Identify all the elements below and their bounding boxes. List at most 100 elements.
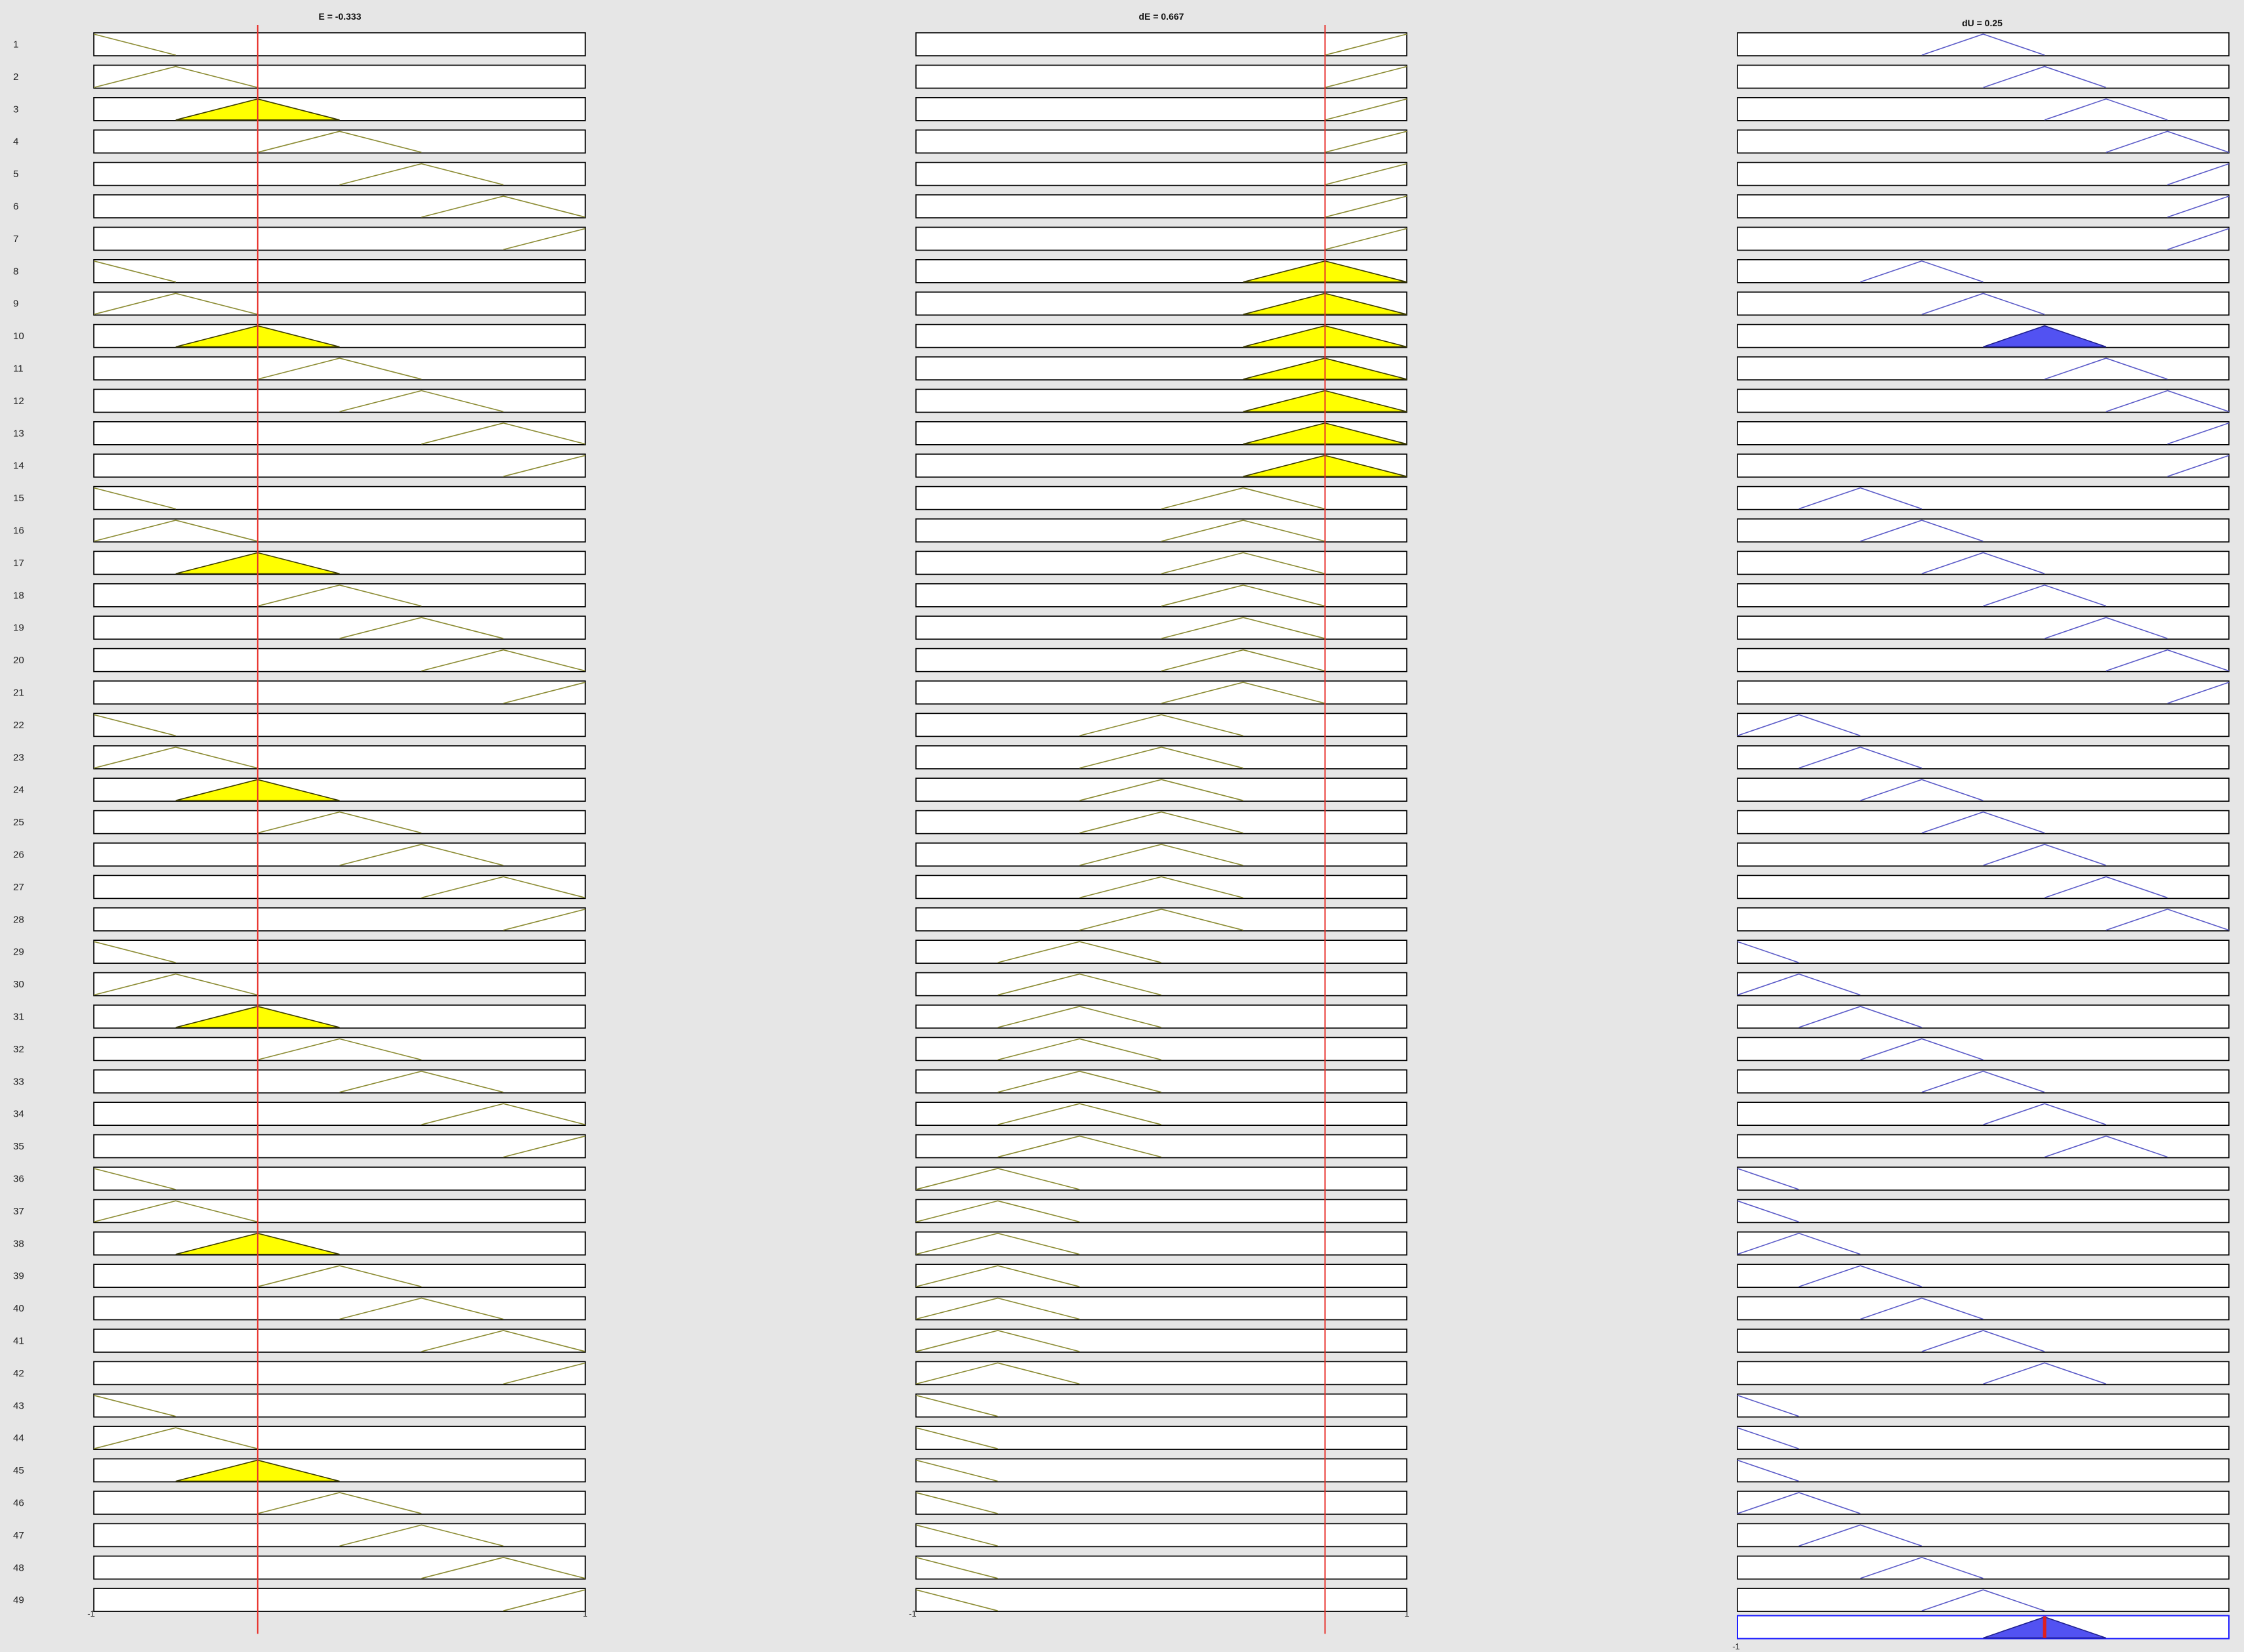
rule-cell-du [1737,291,2230,316]
rule-row: 13 [13,421,2230,445]
rule-cell-du [1737,1556,2230,1580]
rule-cell-e [93,388,586,413]
rule-row: 21 [13,680,2230,705]
rule-number: 33 [13,1076,24,1087]
rule-cell-du [1737,97,2230,121]
rule-cell-du [1737,1167,2230,1191]
rule-number: 37 [13,1206,24,1217]
rule-cell-de [915,1394,1407,1418]
rule-cell-de [915,1588,1407,1612]
rule-number: 12 [13,396,24,407]
rule-cell-du [1737,129,2230,154]
rule-row: 17 [13,550,2230,575]
rule-cell-de [915,907,1407,932]
rule-cell-du [1737,1264,2230,1288]
rule-cell-de [915,1069,1407,1094]
rule-cell-du [1737,810,2230,835]
rule-cell-du [1737,1199,2230,1224]
de-axis-min-label: -1 [909,1609,917,1619]
rule-cell-de [915,1523,1407,1548]
rule-row: 36 [13,1167,2230,1191]
rule-cell-du [1737,1102,2230,1126]
rule-cell-du [1737,745,2230,770]
rule-cell-du [1737,842,2230,867]
rule-row: 3 [13,97,2230,121]
rule-number: 18 [13,590,24,601]
rule-cell-du [1737,388,2230,413]
rule-number: 5 [13,169,18,180]
rule-cell-e [93,550,586,575]
rule-number: 14 [13,461,24,472]
e-axis-max-label: 1 [583,1609,587,1619]
rule-cell-du [1737,1134,2230,1159]
rule-number: 13 [13,428,24,439]
rule-cell-de [915,1004,1407,1029]
rule-row: 29 [13,940,2230,964]
rule-cell-de [915,226,1407,251]
rule-row: 10 [13,323,2230,348]
rule-row: 9 [13,291,2230,316]
rule-cell-e [93,1167,586,1191]
rule-number: 4 [13,136,18,148]
rule-number: 3 [13,104,18,115]
rule-number: 27 [13,882,24,893]
rule-number: 16 [13,526,24,537]
rule-cell-e [93,583,586,608]
rule-row: 42 [13,1361,2230,1386]
rule-cell-e [93,356,586,381]
rule-cell-de [915,1491,1407,1515]
rule-number: 39 [13,1271,24,1282]
rule-cell-de [915,745,1407,770]
rule-cell-du [1737,1458,2230,1483]
rule-row: 37 [13,1199,2230,1224]
rule-number: 28 [13,914,24,925]
rule-cell-de [915,518,1407,543]
rule-number: 40 [13,1303,24,1314]
rule-cell-e [93,226,586,251]
rule-cell-e [93,32,586,56]
input-e-title: E = -0.333 [319,11,362,22]
rule-cell-e [93,258,586,283]
rule-cell-du [1737,875,2230,899]
rule-row: 14 [13,453,2230,478]
rule-cell-e [93,323,586,348]
rule-cell-du [1737,258,2230,283]
rule-cell-du [1737,1004,2230,1029]
rule-row: 38 [13,1231,2230,1256]
rule-row: 26 [13,842,2230,867]
rule-cell-du [1737,1231,2230,1256]
rule-row: 15 [13,485,2230,510]
rule-cell-du [1737,680,2230,705]
rule-cell-de [915,712,1407,737]
rule-cell-de [915,550,1407,575]
rule-row: 1 [13,32,2230,56]
rule-row: 22 [13,712,2230,737]
rule-cell-du [1737,485,2230,510]
rule-number: 32 [13,1044,24,1055]
rule-number: 30 [13,979,24,990]
rule-number: 17 [13,558,24,569]
de-axis-max-label: 1 [1404,1609,1409,1619]
rule-row: 11 [13,356,2230,381]
rule-cell-du [1737,615,2230,640]
rule-row: 47 [13,1523,2230,1548]
rule-cell-de [915,972,1407,997]
rule-row: 24 [13,777,2230,802]
rule-cell-e [93,615,586,640]
rule-cell-du [1737,648,2230,672]
rule-row: 12 [13,388,2230,413]
rule-row: 16 [13,518,2230,543]
rule-row: 35 [13,1134,2230,1159]
rule-number: 49 [13,1595,24,1606]
rule-cell-e [93,680,586,705]
rule-number: 46 [13,1498,24,1509]
rule-number: 25 [13,817,24,828]
input-de-title: dE = 0.667 [1139,11,1184,22]
rule-number: 19 [13,623,24,634]
rule-row: 2 [13,64,2230,89]
rule-number: 1 [13,39,18,51]
rule-row: 33 [13,1069,2230,1094]
rule-number: 21 [13,688,24,699]
du-axis-min-label: -1 [1732,1642,1740,1651]
rule-cell-e [93,907,586,932]
